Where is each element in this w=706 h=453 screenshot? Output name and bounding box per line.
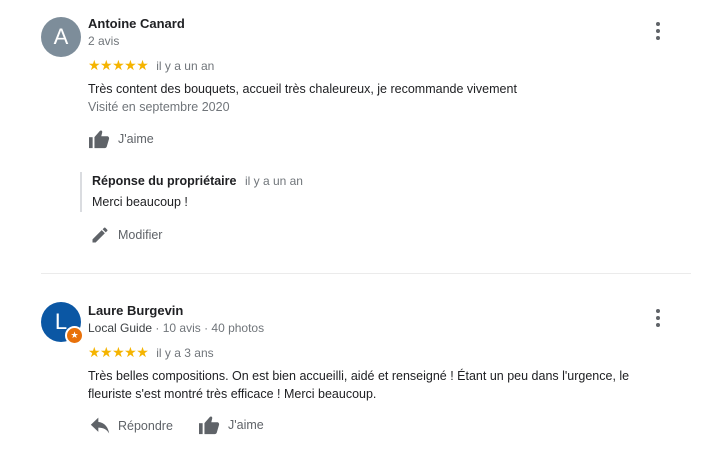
like-button[interactable]: J'aime: [198, 415, 264, 435]
reply-button[interactable]: Répondre: [90, 417, 173, 435]
review-card: A Antoine Canard 2 avis ★★★★★ il y a un …: [0, 0, 706, 273]
edit-label: Modifier: [118, 228, 163, 242]
owner-response-header: Réponse du propriétaire il y a un an: [92, 172, 612, 190]
star-rating: ★★★★★: [88, 344, 149, 360]
reviewer-name[interactable]: Antoine Canard: [88, 16, 185, 31]
more-options-button[interactable]: [648, 19, 668, 43]
reviewer-stats: · 10 avis · 40 photos: [152, 321, 265, 335]
avatar-letter: A: [53, 24, 69, 49]
reviewer-name[interactable]: Laure Burgevin: [88, 303, 183, 318]
pencil-icon: [92, 227, 108, 243]
star-rating: ★★★★★: [88, 57, 149, 73]
avatar[interactable]: A: [41, 17, 81, 57]
owner-response: Réponse du propriétaire il y a un an Mer…: [80, 172, 612, 212]
more-vert-icon: [656, 309, 660, 313]
more-vert-icon: [656, 22, 660, 26]
rating-row: ★★★★★ il y a un an: [88, 57, 214, 74]
review-card: L ★ Laure Burgevin Local Guide · 10 avis…: [0, 274, 706, 453]
owner-response-time: il y a un an: [244, 174, 303, 188]
rating-row: ★★★★★ il y a 3 ans: [88, 344, 214, 361]
reply-icon: [90, 417, 110, 434]
like-label: J'aime: [118, 132, 154, 146]
local-guide-star-icon: ★: [65, 326, 84, 345]
owner-response-title: Réponse du propriétaire: [92, 174, 237, 188]
like-label: J'aime: [228, 418, 264, 432]
reviewer-meta: 2 avis: [88, 34, 120, 48]
more-options-button[interactable]: [648, 306, 668, 330]
local-guide-label: Local Guide: [88, 321, 153, 335]
reviewer-meta: Local Guide · 10 avis · 40 photos: [88, 321, 264, 335]
review-text: Très belles compositions. On est bien ac…: [88, 369, 630, 401]
reply-label: Répondre: [118, 419, 173, 433]
review-text: Très content des bouquets, accueil très …: [88, 82, 517, 96]
avatar[interactable]: L ★: [41, 302, 84, 345]
visit-date: Visité en septembre 2020: [88, 100, 230, 114]
review-time: il y a un an: [156, 58, 215, 73]
owner-response-text: Merci beaucoup !: [92, 195, 188, 209]
like-button[interactable]: J'aime: [88, 129, 154, 149]
edit-button[interactable]: Modifier: [90, 225, 162, 245]
thumb-up-icon: [89, 130, 110, 149]
review-time: il y a 3 ans: [156, 345, 214, 360]
thumb-up-icon: [199, 416, 220, 435]
